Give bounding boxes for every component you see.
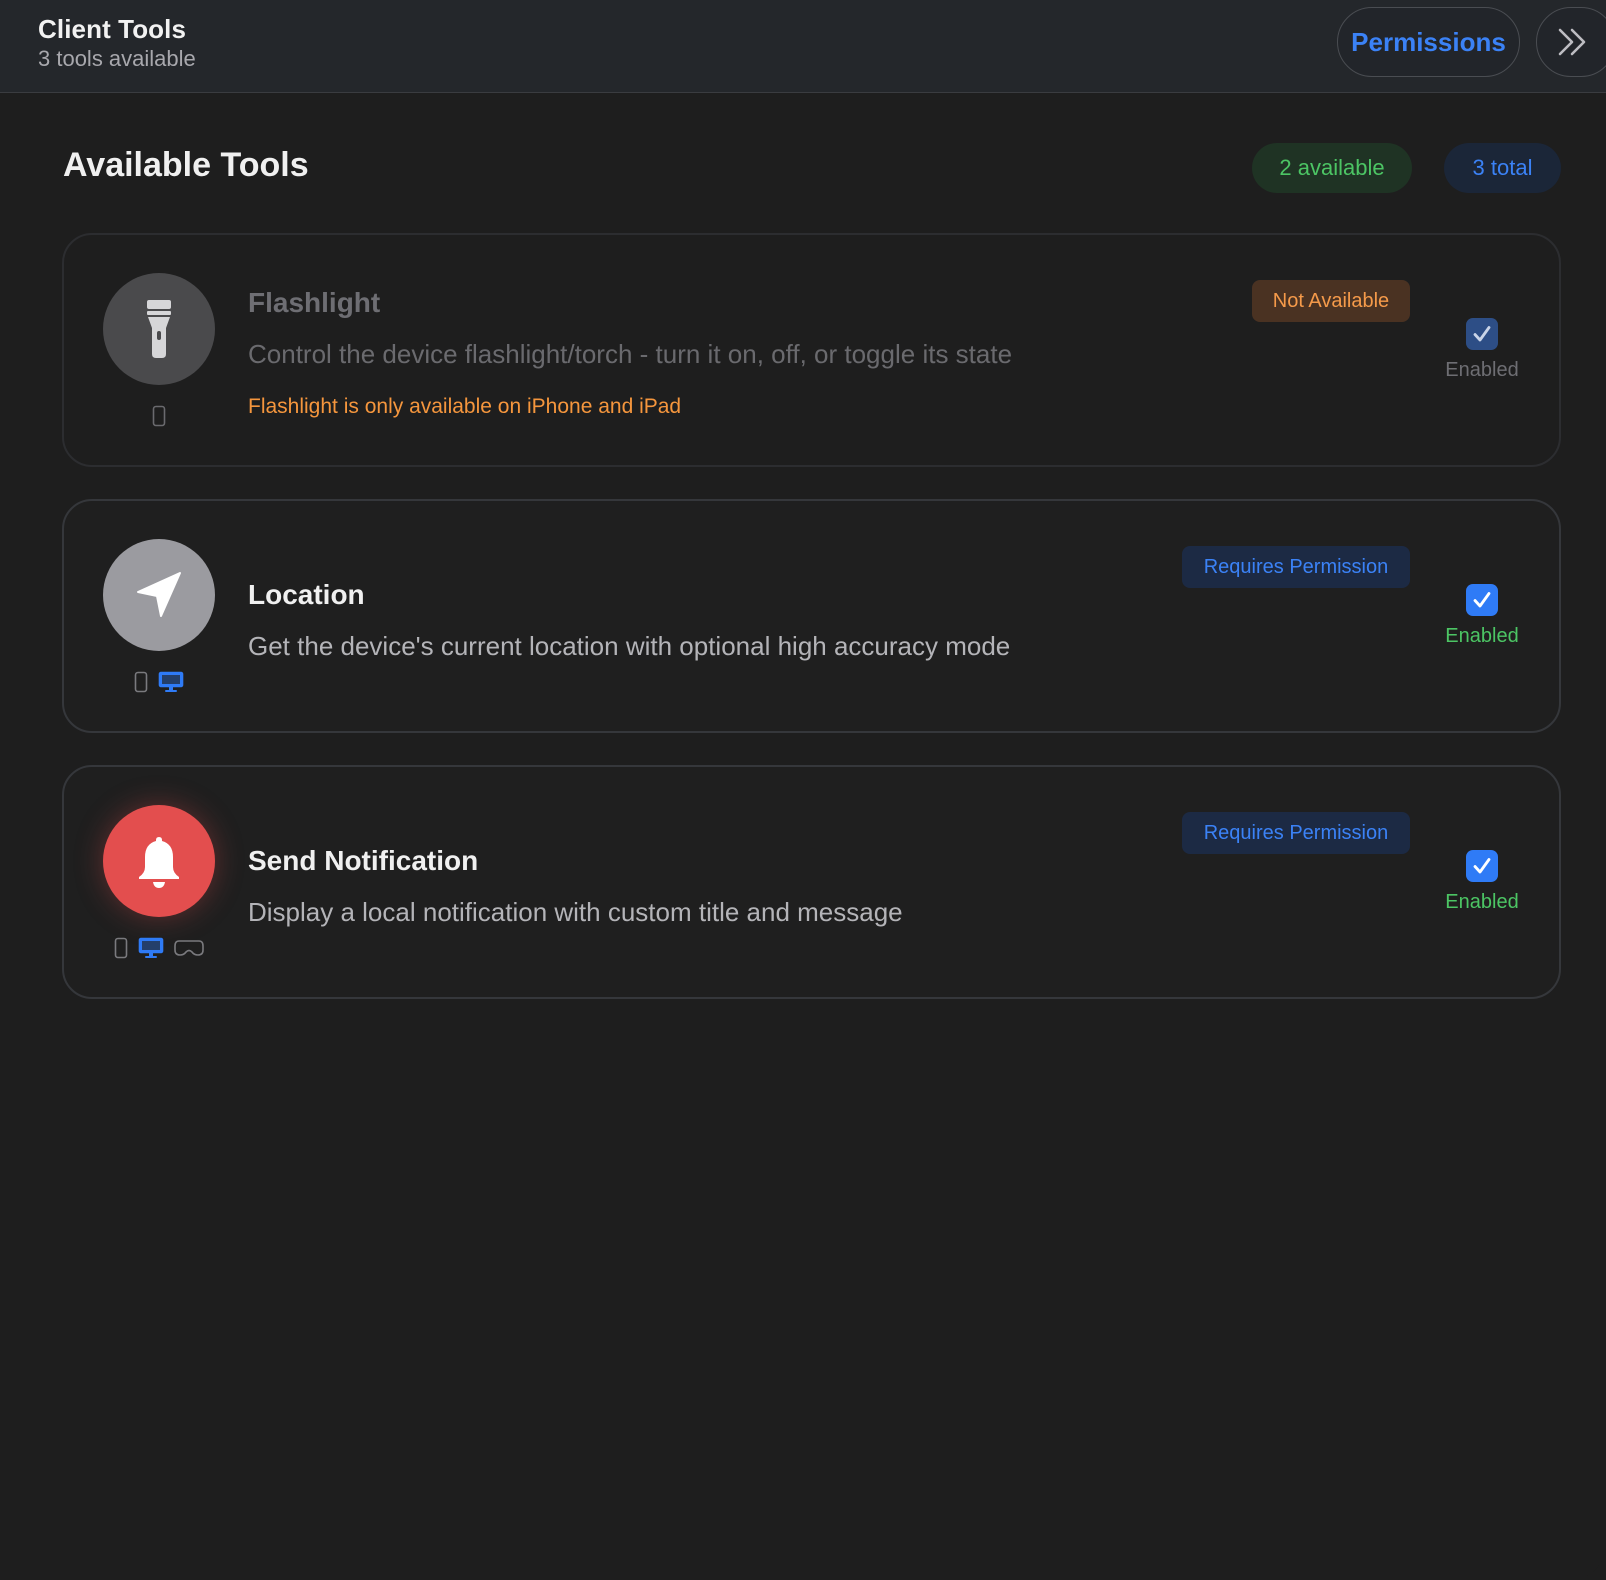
status-badge: Not Available <box>1252 280 1410 322</box>
tool-availability-note: Flashlight is only available on iPhone a… <box>248 395 682 418</box>
checkmark-icon <box>1473 592 1491 608</box>
vision-headset-icon <box>174 940 204 956</box>
tool-description: Display a local notification with custom… <box>248 897 903 927</box>
tools-count-subtitle: 3 tools available <box>38 46 196 71</box>
tool-name: Location <box>248 579 365 610</box>
tool-description: Get the device's current location with o… <box>248 631 1011 661</box>
phone-icon <box>114 937 128 959</box>
tool-name: Flashlight <box>248 287 381 318</box>
flashlight-icon <box>103 273 215 385</box>
status-badge: Requires Permission <box>1182 812 1410 854</box>
bell-icon <box>103 805 215 917</box>
enabled-label: Enabled <box>1445 891 1519 913</box>
enabled-checkbox[interactable] <box>1466 318 1498 350</box>
permissions-button[interactable]: Permissions <box>1337 7 1520 77</box>
enabled-label: Enabled <box>1445 625 1519 647</box>
phone-icon <box>152 405 166 427</box>
desktop-icon <box>158 671 184 692</box>
location-arrow-icon <box>103 539 215 651</box>
tool-name: Send Notification <box>248 845 479 876</box>
tool-card-location: Location Get the device's current locati… <box>62 499 1561 733</box>
status-badge: Requires Permission <box>1182 546 1410 588</box>
enabled-checkbox[interactable] <box>1466 584 1498 616</box>
client-tools-window: Client Tools 3 tools available Permissio… <box>0 0 1606 1580</box>
double-chevron-right-icon <box>1558 28 1586 56</box>
tool-card-flashlight: Flashlight Control the device flashlight… <box>62 233 1561 467</box>
desktop-icon <box>138 937 164 958</box>
platform-icons <box>134 671 184 693</box>
available-count-badge: 2 available <box>1252 143 1412 193</box>
phone-icon <box>134 671 148 693</box>
section-title: Available Tools <box>63 146 309 184</box>
collapse-panel-button[interactable] <box>1536 7 1606 77</box>
header-bar: Client Tools 3 tools available Permissio… <box>0 0 1606 93</box>
checkmark-icon <box>1473 858 1491 874</box>
page-title: Client Tools <box>38 14 187 44</box>
total-count-badge: 3 total <box>1444 143 1561 193</box>
enabled-checkbox[interactable] <box>1466 850 1498 882</box>
platform-icons <box>152 405 166 427</box>
tool-card-send-notification: Send Notification Display a local notifi… <box>62 765 1561 999</box>
platform-icons <box>114 937 204 959</box>
enabled-label: Enabled <box>1445 359 1519 381</box>
checkmark-icon <box>1473 326 1491 342</box>
tool-description: Control the device flashlight/torch - tu… <box>248 339 1013 369</box>
